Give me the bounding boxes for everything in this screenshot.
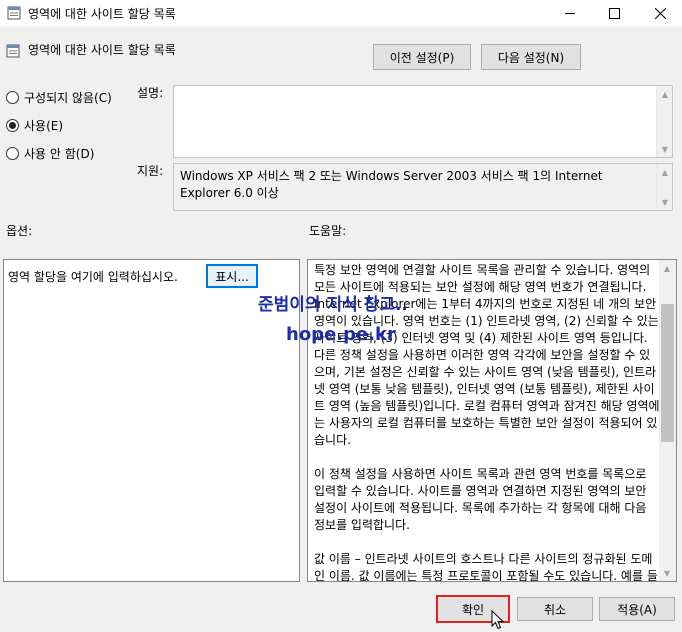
maximize-icon <box>608 7 620 19</box>
help-paragraph: 이 정책 설정을 사용하면 사이트 목록과 관련 영역 번호를 목록으로 입력할… <box>314 467 647 532</box>
comment-textarea[interactable]: ▲ ▼ <box>173 85 673 158</box>
setting-title: 영역에 대한 사이트 할당 목록 <box>28 43 176 57</box>
scroll-down-icon[interactable]: ▼ <box>659 565 675 581</box>
scroll-up-icon[interactable]: ▲ <box>659 260 675 276</box>
scroll-thumb[interactable] <box>661 304 674 442</box>
radio-disabled[interactable]: 사용 안 함(D) <box>6 144 94 162</box>
cancel-button[interactable]: 취소 <box>517 597 593 621</box>
radio-circle[interactable] <box>6 90 19 104</box>
minimize-button[interactable] <box>548 0 592 26</box>
help-paragraph: 특정 보안 영역에 연결할 사이트 목록을 관리할 수 있습니다. 영역의 모든… <box>314 263 660 447</box>
maximize-button[interactable] <box>592 0 636 26</box>
radio-label: 사용(E) <box>24 118 64 133</box>
scroll-up-icon[interactable]: ▲ <box>657 86 673 102</box>
supported-on-box: Windows XP 서비스 팩 2 또는 Windows Server 200… <box>173 163 673 211</box>
close-button[interactable] <box>638 0 682 26</box>
minimize-icon <box>564 12 575 14</box>
help-panel: 특정 보안 영역에 연결할 사이트 목록을 관리할 수 있습니다. 영역의 모든… <box>307 259 677 582</box>
previous-setting-button[interactable]: 이전 설정(P) <box>373 44 471 70</box>
scroll-down-icon[interactable]: ▼ <box>657 194 673 210</box>
show-button[interactable]: 표시... <box>206 264 258 288</box>
apply-button[interactable]: 적용(A) <box>599 597 675 621</box>
help-scrollbar[interactable]: ▲ ▼ <box>659 260 676 581</box>
close-icon <box>654 7 666 19</box>
window-title: 영역에 대한 사이트 할당 목록 <box>28 7 176 21</box>
supported-scrollbar[interactable]: ▲ ▼ <box>656 164 672 210</box>
options-label: 옵션: <box>6 224 33 238</box>
radio-label: 구성되지 않음(C) <box>24 90 112 105</box>
comment-label: 설명: <box>137 86 164 100</box>
comment-scrollbar[interactable]: ▲ ▼ <box>656 86 672 157</box>
radio-enabled[interactable]: 사용(E) <box>6 116 63 134</box>
supported-on-text: Windows XP 서비스 팩 2 또는 Windows Server 200… <box>180 169 603 200</box>
scroll-up-icon[interactable]: ▲ <box>657 164 673 180</box>
radio-not-configured[interactable]: 구성되지 않음(C) <box>6 88 112 106</box>
help-text: 특정 보안 영역에 연결할 사이트 목록을 관리할 수 있습니다. 영역의 모든… <box>314 262 660 582</box>
help-label: 도움말: <box>309 224 347 238</box>
zone-assignment-label: 영역 할당을 여기에 입력하십시오. <box>8 270 178 284</box>
help-paragraph: 값 이름 – 인트라넷 사이트의 호스트나 다른 사이트의 정규화된 도메인 이… <box>314 552 658 582</box>
radio-circle-selected[interactable] <box>6 118 19 132</box>
options-panel: 영역 할당을 여기에 입력하십시오. 표시... <box>3 259 300 582</box>
setting-icon <box>6 44 20 58</box>
next-setting-button[interactable]: 다음 설정(N) <box>481 44 581 70</box>
supported-label: 지원: <box>137 164 164 178</box>
policy-doc-icon <box>7 6 21 20</box>
radio-circle[interactable] <box>6 146 19 160</box>
radio-label: 사용 안 함(D) <box>24 146 95 161</box>
scroll-down-icon[interactable]: ▼ <box>657 141 673 157</box>
mouse-cursor-icon <box>491 610 505 630</box>
